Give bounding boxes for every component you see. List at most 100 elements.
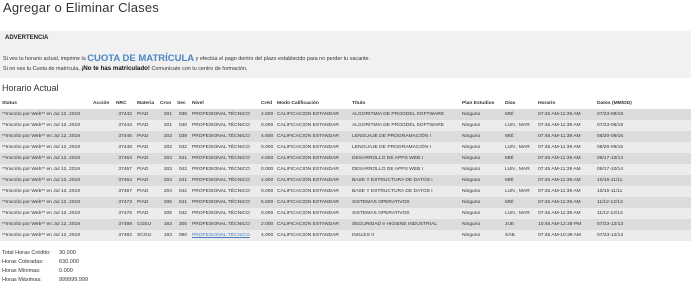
cell-study-plan: Ninguno [460,142,503,153]
cell-days: LUN , MAR [503,164,536,175]
minimum-hours: Horas Mínimas: 0.000 [2,267,88,276]
cell-days: MIÉ [503,175,536,186]
cell-grade-mode: CALIFICACION ESTANDAR [275,175,350,186]
cell-action [91,208,114,219]
cell-subject: PIAD [135,120,158,131]
table-row: **Inscrito por Web** en Jul 12, 2019 3747… [0,208,691,219]
cell-action [91,219,114,230]
cell-time: 07:45 AM-11:39 AM [536,131,595,142]
cell-nrc: 37492 [114,230,135,241]
table-row: **Inscrito por Web** en Jul 12, 2019 3744… [0,131,691,142]
cell-section: 042 [175,164,190,175]
table-row: **Inscrito por Web** en Jul 12, 2019 3744… [0,109,691,120]
not-enrolled-notice: ¡No te has matriculado! [81,65,150,72]
cell-subject: PIAD [135,109,158,120]
cell-time: 07:45 AM-11:39 AM [536,153,595,164]
cell-course: 204 [158,175,175,186]
cell-title: LENGUAJE DE PROGRAMACIÓN I [350,142,460,153]
minimum-hours-value: 0.000 [59,268,73,274]
cell-credits: 4.000 [259,230,275,241]
cell-action [91,197,114,208]
cell-credits: 4.600 [259,109,275,120]
warning-line-2-after: Comunícate con tu centro de formación. [149,66,248,72]
cell-level[interactable]: PROFESIONAL TÉCNICO [190,230,259,241]
total-credit-label: Total Horas Crédito: [2,250,51,256]
cell-subject: PIAD [135,164,158,175]
cell-course: 205 [158,208,175,219]
cell-grade-mode: CALIFICACION ESTANDAR [275,131,350,142]
cell-study-plan: Ninguno [460,153,503,164]
cell-time: 07:45 AM-11:39 AM [536,164,595,175]
cell-days: LUN , MAR [503,120,536,131]
schedule-header-row: Status Acción NRC Materia Crso Sec Nivel… [0,98,691,109]
warning-line-2: Si no ves tu Cuota de matrícula, ¡No te … [3,65,247,72]
cell-action [91,175,114,186]
cell-nrc: 37448 [114,142,135,153]
cell-action [91,164,114,175]
cell-title: ALGORITMIA DE PROGDEL SOFTWARE [350,109,460,120]
cell-status: **Inscrito por Web** en Jul 12, 2019 [0,142,91,153]
cell-nrc: 37442 [114,109,135,120]
cell-title: DESARROLLO DE APPS WEB I [350,164,460,175]
cell-status: **Inscrito por Web** en Jul 12, 2019 [0,230,91,241]
cell-time: 07:45 AM-11:39 AM [536,109,595,120]
cell-course: 201 [158,109,175,120]
cell-credits: 4.600 [259,153,275,164]
cell-title: SISTEMAS OPERATIVOS [350,197,460,208]
cell-credits: 0.000 [259,186,275,197]
cell-credits: 5.600 [259,197,275,208]
table-row: **Inscrito por Web** en Jul 12, 2019 3745… [0,164,691,175]
cell-study-plan: Ninguno [460,131,503,142]
cell-level: PROFESIONAL TÉCNICO [190,142,259,153]
table-row: **Inscrito por Web** en Jul 12, 2019 3744… [0,120,691,131]
cell-grade-mode: CALIFICACION ESTANDAR [275,197,350,208]
cell-subject: PIAD [135,208,158,219]
cell-action [91,120,114,131]
billed-hours: Horas Cobradas: 630.000 [2,258,88,267]
cell-days: JUE [503,219,536,230]
cell-subject: PIAD [135,197,158,208]
cell-grade-mode: CALIFICACION ESTANDAR [275,219,350,230]
cell-nrc: 37446 [114,131,135,142]
cell-section: 090 [175,230,190,241]
cell-section: 042 [175,208,190,219]
cell-level: PROFESIONAL TÉCNICO [190,197,259,208]
cell-time: 07:45 AM-11:39 AM [536,120,595,131]
cell-action [91,109,114,120]
cell-days: MIÉ [503,109,536,120]
cell-time: 07:45 AM-11:39 AM [536,197,595,208]
col-header-credits: Créd [261,101,273,106]
cell-dates: 09/17-10/14 [595,153,691,164]
table-row: **Inscrito por Web** en Jul 12, 2019 3746… [0,186,691,197]
cell-study-plan: Ninguno [460,208,503,219]
col-header-days: Días [505,101,516,106]
cell-action [91,230,114,241]
cell-time: 10:45 AM-12:39 PM [536,219,595,230]
cell-credits: 4.600 [259,175,275,186]
col-header-section: Sec [177,101,186,106]
cell-dates: 07/23-12/13 [595,219,691,230]
cell-credits: 0.000 [259,208,275,219]
cell-days: MIÉ [503,153,536,164]
warning-line-1-after: y efectúa el pago dentro del plazo estab… [194,56,371,62]
warning-line-1: Si ves tu horario actual, imprime la CUO… [3,53,370,64]
cuota-matricula-link[interactable]: CUOTA DE MATRÍCULA [87,53,194,64]
col-header-title: Título [352,101,366,106]
cell-course: 163 [158,219,175,230]
cell-nrc: 37464 [114,175,135,186]
cell-course: 205 [158,197,175,208]
cell-status: **Inscrito por Web** en Jul 12, 2019 [0,208,91,219]
table-row: **Inscrito por Web** en Jul 12, 2019 3749… [0,230,691,241]
cell-course: 204 [158,186,175,197]
cell-title: BASE Y ESTRUCTURA DE DATOS I [350,186,460,197]
cell-days: LUN , MAR [503,208,536,219]
cell-status: **Inscrito por Web** en Jul 12, 2019 [0,131,91,142]
cell-dates: 11/12-12/13 [595,197,691,208]
schedule-title: Horario Actual [2,83,59,93]
cell-status: **Inscrito por Web** en Jul 12, 2019 [0,164,91,175]
cell-level: PROFESIONAL TÉCNICO [190,164,259,175]
cell-section: 039 [175,131,190,142]
table-row: **Inscrito por Web** en Jul 12, 2019 3748… [0,219,691,230]
cell-credits: 0.000 [259,164,275,175]
maximum-hours-label: Horas Máximas: [2,277,42,283]
